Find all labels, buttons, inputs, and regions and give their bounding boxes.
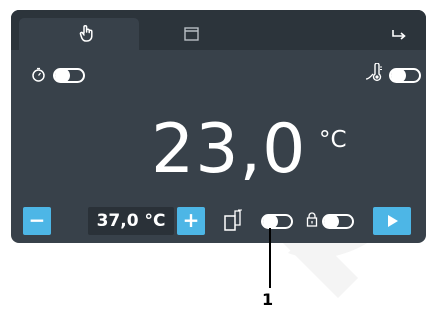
toggle-knob [263, 214, 278, 229]
thermometer-probe-icon [365, 63, 382, 82]
increase-button-label: + [182, 208, 200, 232]
calendar-icon [184, 27, 199, 41]
tab-return[interactable] [371, 18, 416, 50]
figure-canvas: 23,0 °C − 37,0 °C + 1 [0, 0, 433, 315]
tab-program[interactable] [161, 18, 281, 50]
return-arrow-icon [392, 30, 406, 40]
temperature-unit: °C [319, 127, 347, 153]
callout-leader-line [269, 228, 271, 288]
tab-bar [11, 10, 426, 50]
toggle-knob [324, 214, 339, 229]
probe-toggle[interactable] [389, 68, 421, 83]
timer-icon [32, 67, 45, 82]
decrease-button-label: − [28, 208, 46, 232]
start-button[interactable] [373, 207, 411, 235]
setpoint-value[interactable]: 37,0 °C [88, 207, 174, 235]
toggle-knob [391, 68, 406, 83]
lock-toggle[interactable] [322, 214, 354, 229]
callout-number: 1 [262, 290, 274, 309]
lock-icon [306, 212, 318, 227]
door-icon [224, 209, 242, 231]
play-icon [388, 215, 398, 227]
tab-manual[interactable] [19, 18, 139, 50]
increase-button[interactable]: + [177, 207, 205, 235]
toggle-knob [55, 68, 70, 83]
hand-pointer-icon [79, 25, 93, 42]
temperature-value: 23,0 [151, 110, 307, 189]
timer-toggle[interactable] [53, 68, 85, 83]
decrease-button[interactable]: − [23, 207, 51, 235]
door-toggle[interactable] [261, 214, 293, 229]
device-screen: 23,0 °C − 37,0 °C + [11, 10, 426, 243]
